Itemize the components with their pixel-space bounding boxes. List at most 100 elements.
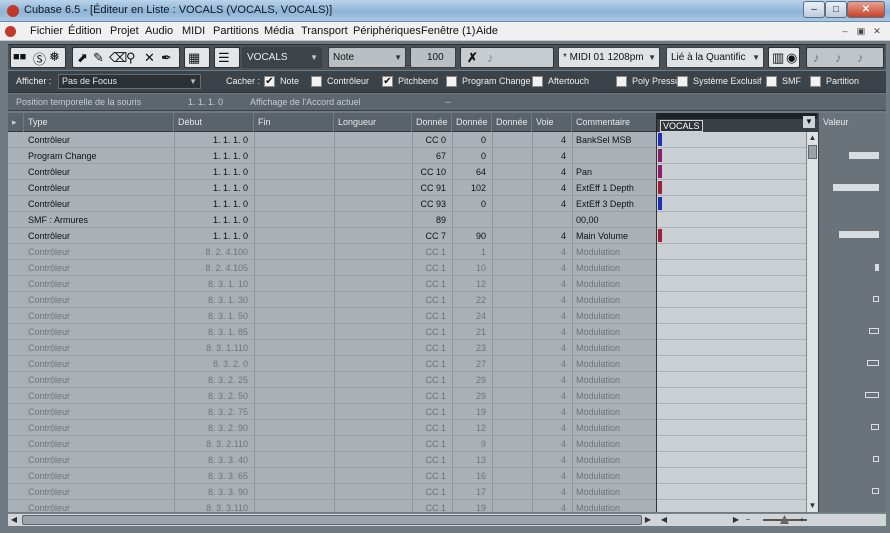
menu-midi[interactable]: MIDI — [182, 25, 205, 37]
filter-checkbox[interactable]: ✔ — [264, 76, 275, 87]
step-input-icon[interactable]: ✗ — [467, 50, 478, 66]
menu-fenetre[interactable]: Fenêtre (1) — [421, 25, 475, 37]
table-row[interactable]: SMF : Armures 1. 1. 1. 0 89 00,00 — [8, 212, 656, 228]
menu-projet[interactable]: Projet — [110, 25, 139, 37]
menu-edition[interactable]: Édition — [68, 25, 102, 37]
part-list-icon[interactable]: ☰ — [218, 50, 230, 66]
table-row[interactable]: Contrôleur 1. 1. 1. 0 CC 10 64 4 Pan — [8, 164, 656, 180]
event-list[interactable]: Contrôleur 1. 1. 1. 0 CC 0 0 4 BankSel MSB Pro… — [8, 132, 656, 512]
focus-select[interactable]: Pas de Focus ▼ — [58, 74, 201, 89]
note-icon[interactable]: ♪ — [835, 50, 842, 65]
event-marker[interactable] — [658, 133, 662, 146]
solo-icon[interactable]: Ⓢ — [33, 49, 46, 68]
menu-fichier[interactable]: Fichier — [30, 25, 63, 37]
autoscroll-icon[interactable]: ▦ — [188, 50, 200, 66]
vertical-scroll-thumb[interactable] — [808, 145, 817, 159]
column-comment[interactable]: Commentaire — [572, 113, 656, 132]
column-data2[interactable]: Donnée — [452, 113, 492, 132]
table-row[interactable]: Contrôleur 1. 1. 1. 0 CC 0 0 4 BankSel MSB — [8, 132, 656, 148]
minimize-button[interactable]: – — [803, 1, 825, 18]
bars-icon[interactable]: ▥ — [772, 50, 784, 66]
mdi-close-button[interactable]: ✕ — [870, 25, 884, 38]
table-row[interactable]: Contrôleur 8. 3. 3. 65 CC 1 16 4 Modulation — [8, 468, 656, 484]
table-row[interactable]: Contrôleur 8. 3. 1.110 CC 1 23 4 Modulation — [8, 340, 656, 356]
close-button[interactable]: ✕ — [847, 1, 885, 18]
event-marker[interactable] — [658, 181, 662, 194]
column-start[interactable]: Début — [174, 113, 254, 132]
table-row[interactable]: Contrôleur 1. 1. 1. 0 CC 93 0 4 ExtEff 3 Dept… — [8, 196, 656, 212]
mdi-minimize-button[interactable]: – — [838, 25, 852, 38]
filter-checkbox[interactable] — [677, 76, 688, 87]
table-row[interactable]: Contrôleur 8. 3. 2. 25 CC 1 29 4 Modulation — [8, 372, 656, 388]
table-row[interactable]: Contrôleur 8. 3. 2.110 CC 1 9 4 Modulation — [8, 436, 656, 452]
cubase-app-icon[interactable] — [7, 5, 19, 17]
scroll-right-icon[interactable]: ▶ — [642, 514, 654, 526]
column-length[interactable]: Longueur — [334, 113, 412, 132]
menu-transport[interactable]: Transport — [301, 25, 348, 37]
filter-checkbox[interactable]: ✔ — [382, 76, 393, 87]
table-row[interactable]: Contrôleur 1. 1. 1. 0 CC 91 102 4 ExtEff 1 De… — [8, 180, 656, 196]
expand-arrow-icon[interactable]: ▸ — [8, 113, 24, 132]
table-row[interactable]: Contrôleur 1. 1. 1. 0 CC 7 90 4 Main Volume — [8, 228, 656, 244]
scroll-left-icon[interactable]: ◀ — [658, 514, 670, 526]
event-marker[interactable] — [658, 197, 662, 210]
menu-audio[interactable]: Audio — [145, 25, 173, 37]
event-type-select[interactable]: Note ▼ — [328, 47, 406, 68]
table-row[interactable]: Contrôleur 8. 3. 2. 0 CC 1 27 4 Modulation — [8, 356, 656, 372]
zoom-out-icon[interactable]: − — [742, 514, 754, 526]
menu-peripheriques[interactable]: Périphériques — [353, 25, 421, 37]
table-row[interactable]: Contrôleur 8. 2. 4.105 CC 1 10 4 Modulation — [8, 260, 656, 276]
table-row[interactable]: Contrôleur 8. 3. 2. 75 CC 1 19 4 Modulation — [8, 404, 656, 420]
filter-checkbox[interactable] — [311, 76, 322, 87]
document-icon[interactable] — [5, 26, 16, 37]
filter-checkbox[interactable] — [532, 76, 543, 87]
color-wheel-icon[interactable]: ◉ — [786, 50, 797, 66]
filter-checkbox[interactable] — [810, 76, 821, 87]
velocity-field[interactable]: 100 — [410, 47, 456, 68]
ruler[interactable] — [657, 113, 817, 119]
menu-aide[interactable]: Aide — [476, 25, 498, 37]
midi-input-icon[interactable]: ♪ — [487, 50, 494, 65]
event-marker[interactable] — [658, 213, 662, 226]
track-select[interactable]: VOCALS ▼ — [242, 47, 322, 68]
chevron-down-icon[interactable]: ▼ — [803, 116, 815, 128]
menu-media[interactable]: Média — [264, 25, 294, 37]
draw-tool-icon[interactable]: ✒ — [161, 50, 172, 66]
vertical-scrollbar[interactable]: ▲ ▼ — [806, 132, 818, 512]
note-icon[interactable]: ♪ — [857, 50, 864, 65]
scroll-right-icon[interactable]: ▶ — [730, 514, 742, 526]
snap-icon[interactable]: ❅ — [49, 49, 60, 65]
column-data3[interactable]: Donnée — [492, 113, 532, 132]
horizontal-scrollbar[interactable]: ◀ ▶ ◀ ▶ − + — [8, 513, 886, 526]
table-row[interactable]: Contrôleur 8. 3. 2. 90 CC 1 12 4 Modulation — [8, 420, 656, 436]
zoom-in-icon[interactable]: + — [796, 514, 808, 526]
arrow-tool-icon[interactable]: ⬈ — [77, 50, 88, 66]
filter-checkbox[interactable] — [446, 76, 457, 87]
column-end[interactable]: Fin — [254, 113, 334, 132]
inspector-icon[interactable]: ■■ — [13, 51, 26, 63]
event-marker[interactable] — [658, 149, 662, 162]
event-marker[interactable] — [658, 229, 662, 242]
note-icon[interactable]: ♪ — [813, 50, 820, 65]
midi-input-select[interactable]: * MIDI 01 1208pm ▼ — [558, 47, 660, 68]
quantize-select[interactable]: Lié à la Quantific ▼ — [666, 47, 764, 68]
zoom-tool-icon[interactable]: ⚲ — [126, 50, 136, 66]
table-row[interactable]: Contrôleur 8. 2. 4.100 CC 1 1 4 Modulation — [8, 244, 656, 260]
maximize-button[interactable]: □ — [825, 1, 847, 18]
column-data1[interactable]: Donnée — [412, 113, 452, 132]
eraser-tool-icon[interactable]: ⌫ — [109, 50, 127, 66]
scroll-left-icon[interactable]: ◀ — [8, 514, 20, 526]
column-channel[interactable]: Voie — [532, 113, 572, 132]
scroll-down-icon[interactable]: ▼ — [807, 500, 818, 511]
table-row[interactable]: Contrôleur 8. 3. 1. 50 CC 1 24 4 Modulation — [8, 308, 656, 324]
table-row[interactable]: Contrôleur 8. 3. 3. 90 CC 1 17 4 Modulation — [8, 484, 656, 500]
scroll-up-icon[interactable]: ▲ — [807, 132, 818, 143]
value-pane[interactable]: Valeur — [818, 113, 886, 512]
mute-tool-icon[interactable]: ✕ — [144, 50, 155, 66]
table-row[interactable]: Program Change 1. 1. 1. 0 67 0 4 — [8, 148, 656, 164]
column-type[interactable]: Type — [24, 113, 174, 132]
event-display-grid[interactable] — [656, 132, 806, 512]
vocals-track-tab[interactable]: VOCALS — [660, 120, 703, 132]
filter-checkbox[interactable] — [616, 76, 627, 87]
table-row[interactable]: Contrôleur 8. 3. 1. 85 CC 1 21 4 Modulation — [8, 324, 656, 340]
